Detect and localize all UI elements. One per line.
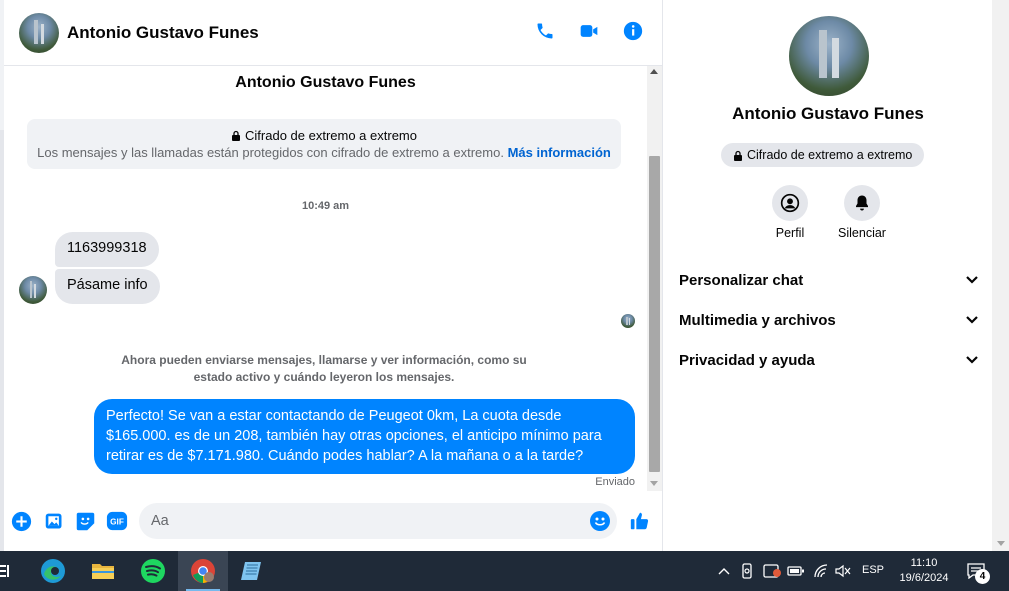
panel-contact-name: Antonio Gustavo Funes: [732, 104, 924, 123]
sent-status: Enviado: [595, 476, 635, 488]
section-label: Multimedia y archivos: [679, 311, 836, 329]
panel-avatar[interactable]: [789, 16, 869, 96]
e2e-title: Cifrado de extremo a extremo: [245, 128, 417, 143]
security-icon[interactable]: [762, 561, 782, 581]
contact-avatar[interactable]: [19, 12, 59, 53]
chevron-down-icon: [966, 276, 978, 284]
chat-header: Antonio Gustavo Funes: [4, 0, 662, 66]
clock[interactable]: 11:10 19/6/2024: [893, 556, 955, 586]
notepad-icon[interactable]: [226, 551, 276, 591]
scroll-down-arrow-icon[interactable]: [997, 541, 1005, 546]
section-label: Privacidad y ayuda: [679, 351, 815, 369]
sticker-icon[interactable]: [74, 510, 96, 532]
profile-icon[interactable]: [772, 185, 808, 221]
wifi-icon[interactable]: [812, 561, 830, 581]
profile-action[interactable]: Perfil: [760, 185, 820, 240]
image-icon[interactable]: [43, 510, 65, 532]
incoming-message[interactable]: 1163999318: [55, 232, 159, 267]
chrome-icon[interactable]: [178, 551, 228, 591]
messages-scrollbar[interactable]: [647, 66, 662, 491]
sender-avatar[interactable]: [19, 276, 47, 304]
profile-label: Perfil: [775, 226, 805, 240]
plus-circle-icon[interactable]: [10, 510, 32, 532]
bell-icon[interactable]: [844, 185, 880, 221]
chevron-up-icon[interactable]: [716, 561, 732, 581]
section-privacy-help[interactable]: Privacidad y ayuda: [679, 348, 979, 372]
header-actions: [534, 20, 644, 42]
chevron-down-icon: [966, 356, 978, 364]
volume-muted-icon[interactable]: [834, 561, 852, 581]
phone-link-icon[interactable]: [738, 561, 756, 581]
section-customize-chat[interactable]: Personalizar chat: [679, 268, 979, 292]
chevron-down-icon: [966, 316, 978, 324]
spotify-icon[interactable]: [128, 551, 178, 591]
mute-label: Silenciar: [838, 226, 886, 240]
info-notice: Ahora pueden enviarse mensajes, llamarse…: [121, 353, 527, 384]
emoji-icon[interactable]: [590, 511, 610, 531]
file-explorer-icon[interactable]: [78, 551, 128, 591]
more-info-link[interactable]: Más información: [508, 145, 611, 160]
mute-action[interactable]: Silenciar: [832, 185, 892, 240]
incoming-message[interactable]: Pásame info: [55, 269, 160, 304]
message-input[interactable]: [139, 503, 617, 539]
like-icon[interactable]: [629, 510, 651, 532]
composer: GIF: [4, 491, 662, 551]
message-timestamp: 10:49 am: [301, 200, 350, 212]
taskbar: ESP 11:10 19/6/2024 4: [0, 551, 1009, 591]
conversation-info-panel: Antonio Gustavo Funes Cifrado de extremo…: [662, 0, 992, 551]
message-list[interactable]: Antonio Gustavo Funes Cifrado de extremo…: [4, 66, 647, 491]
task-view-icon[interactable]: [0, 563, 10, 579]
e2e-body: Los mensajes y las llamadas están proteg…: [37, 145, 504, 160]
clock-date: 19/6/2024: [899, 572, 949, 584]
contact-name[interactable]: Antonio Gustavo Funes: [67, 23, 259, 43]
info-icon[interactable]: [622, 20, 644, 42]
outgoing-message[interactable]: Perfecto! Se van a estar contactando de …: [94, 399, 635, 474]
scroll-up-arrow-icon[interactable]: [650, 69, 658, 74]
video-camera-icon[interactable]: [578, 20, 600, 42]
section-label: Personalizar chat: [679, 271, 804, 289]
page-scrollbar[interactable]: [992, 0, 1009, 551]
e2e-badge-label: Cifrado de extremo a extremo: [747, 148, 913, 162]
lock-icon: [232, 130, 241, 141]
battery-icon[interactable]: [786, 561, 806, 581]
lock-icon: [734, 150, 742, 161]
scroll-thumb[interactable]: [649, 156, 660, 472]
clock-time: 11:10: [910, 557, 938, 569]
gif-label: GIF: [110, 518, 124, 527]
scroll-down-arrow-icon[interactable]: [650, 481, 658, 486]
conversation-title: Antonio Gustavo Funes: [235, 74, 416, 91]
e2e-notice: Cifrado de extremo a extremo Los mensaje…: [27, 119, 621, 169]
gif-icon[interactable]: GIF: [106, 510, 128, 532]
language-indicator[interactable]: ESP: [862, 564, 884, 576]
notification-count: 4: [975, 569, 990, 584]
seen-indicator-avatar: [621, 314, 635, 328]
edge-icon[interactable]: [28, 551, 78, 591]
e2e-badge: Cifrado de extremo a extremo: [721, 143, 925, 167]
section-media-files[interactable]: Multimedia y archivos: [679, 308, 979, 332]
phone-icon[interactable]: [534, 20, 556, 42]
